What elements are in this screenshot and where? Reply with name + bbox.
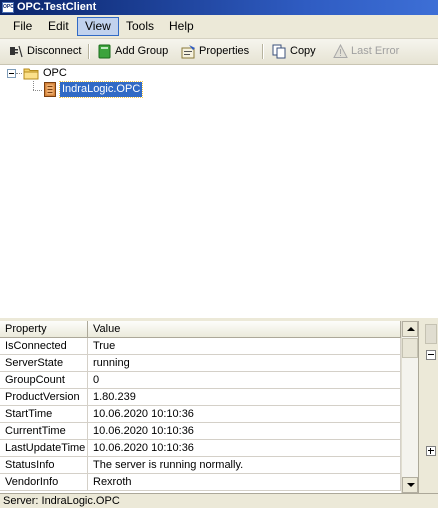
cell-property: ServerState [0,355,88,372]
menu-bar: File Edit View Tools Help [0,15,438,39]
side-panel-button[interactable] [425,324,437,344]
cell-property: ProductVersion [0,389,88,406]
cell-value: 0 [88,372,401,389]
cell-value: True [88,338,401,355]
menu-view[interactable]: View [77,17,119,36]
server-icon [44,82,56,97]
table-row[interactable]: StatusInfo The server is running normall… [0,457,401,474]
table-row[interactable]: IsConnected True [0,338,401,355]
arrow-up-icon [407,327,415,331]
grid-scrollbar[interactable] [401,321,418,493]
tree-node-opc[interactable]: OPC [43,67,67,79]
side-panel [418,321,438,493]
cell-value: 10.06.2020 10:10:36 [88,423,401,440]
scroll-thumb[interactable] [402,338,418,358]
app-icon: OPC [2,2,14,13]
cell-value: Rexroth [88,474,401,491]
header-property[interactable]: Property [0,321,88,338]
tree-connector [33,90,42,91]
cell-property: StatusInfo [0,457,88,474]
add-group-icon [98,44,111,59]
cell-property: CurrentTime [0,423,88,440]
cell-value: running [88,355,401,372]
status-bar: Server: IndraLogic.OPC [0,493,438,508]
scroll-down-button[interactable] [402,477,418,493]
table-row[interactable]: ServerState running [0,355,401,372]
window-title: OPC.TestClient [17,1,97,13]
grid-body: IsConnected True ServerState running Gro… [0,338,401,491]
cell-value: 10.06.2020 10:10:36 [88,440,401,457]
scroll-up-button[interactable] [402,321,418,337]
menu-help[interactable]: Help [162,17,201,36]
property-grid: Property Value IsConnected True ServerSt… [0,321,418,493]
tree-connector [33,81,34,90]
menu-edit[interactable]: Edit [41,17,76,36]
table-row[interactable]: StartTime 10.06.2020 10:10:36 [0,406,401,423]
copy-label: Copy [290,45,316,57]
table-row[interactable]: LastUpdateTime 10.06.2020 10:10:36 [0,440,401,457]
properties-icon [181,45,195,59]
copy-icon [272,44,286,59]
menu-tools[interactable]: Tools [119,17,161,36]
folder-icon [23,68,39,80]
table-row[interactable]: VendorInfo Rexroth [0,474,401,491]
toolbar: Disconnect Add Group Properties Copy Las… [0,39,438,65]
table-row[interactable]: CurrentTime 10.06.2020 10:10:36 [0,423,401,440]
collapse-icon[interactable] [426,350,436,360]
grid-header: Property Value [0,321,401,338]
cell-property: VendorInfo [0,474,88,491]
properties-label: Properties [199,45,250,57]
last-error-label: Last Error [351,45,400,57]
tree-connector [16,73,22,74]
expand-icon[interactable] [426,446,436,456]
toolbar-separator [262,44,264,59]
status-text: Server: IndraLogic.OPC [3,495,120,507]
cell-value: 1.80.239 [88,389,401,406]
cell-property: IsConnected [0,338,88,355]
toolbar-separator [88,44,90,59]
tree-collapse-toggle[interactable] [7,69,16,78]
cell-property: GroupCount [0,372,88,389]
cell-property: StartTime [0,406,88,423]
disconnect-icon [10,45,23,58]
cell-property: LastUpdateTime [0,440,88,457]
arrow-down-icon [407,483,415,487]
table-row[interactable]: ProductVersion 1.80.239 [0,389,401,406]
warning-icon [333,44,348,58]
disconnect-label: Disconnect [27,45,82,57]
add-group-label: Add Group [115,45,169,57]
tree-node-server[interactable]: IndraLogic.OPC [58,81,144,98]
cell-value: 10.06.2020 10:10:36 [88,406,401,423]
server-tree[interactable] [0,65,438,318]
header-value[interactable]: Value [88,321,401,338]
cell-value: The server is running normally. [88,457,401,474]
title-bar: OPC OPC.TestClient [0,0,438,15]
table-row[interactable]: GroupCount 0 [0,372,401,389]
menu-file[interactable]: File [6,17,39,36]
